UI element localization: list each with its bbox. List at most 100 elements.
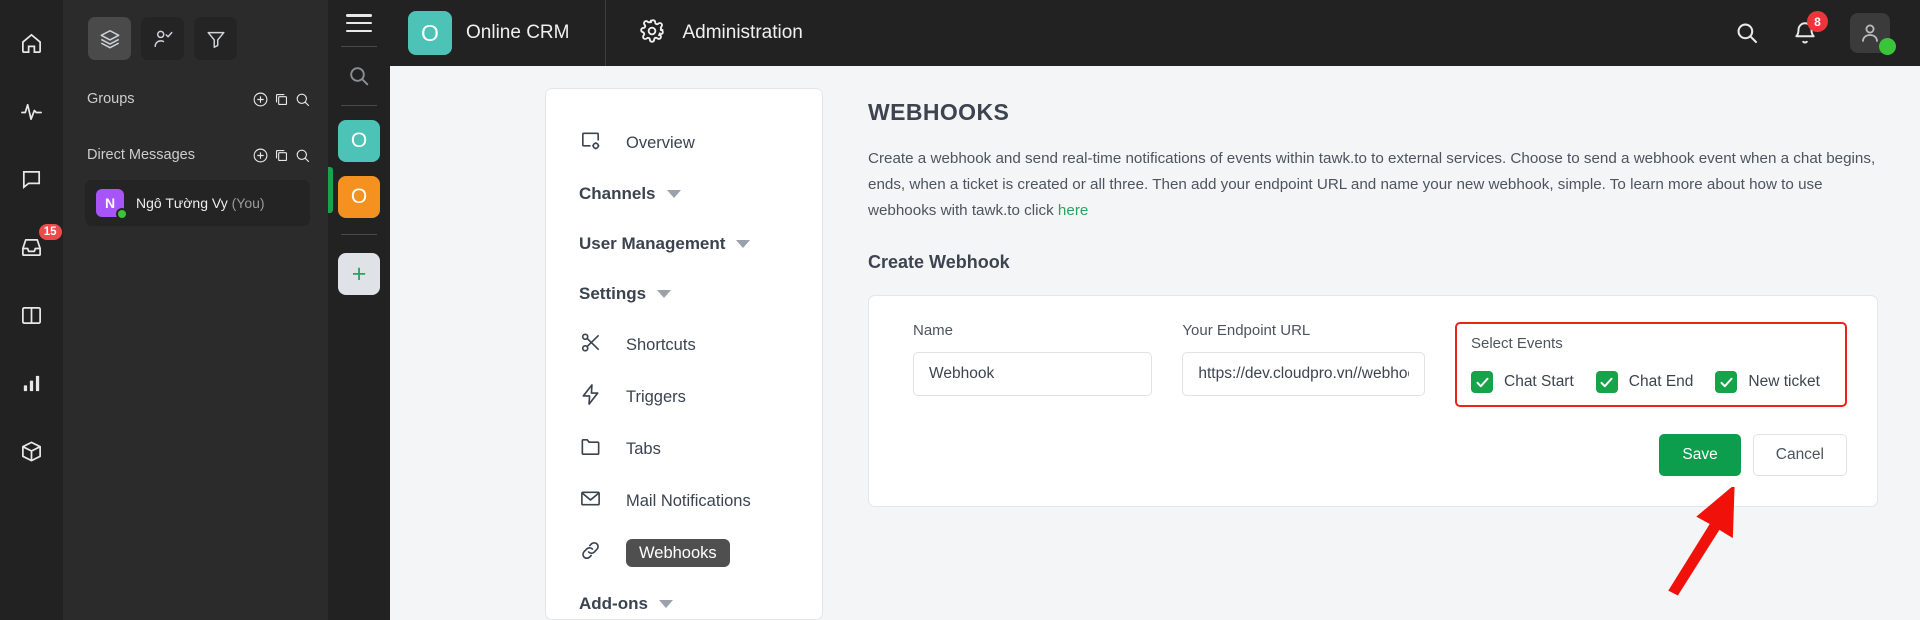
gear-icon (639, 18, 665, 49)
mail-icon (579, 487, 602, 515)
panel-toolbar (63, 0, 328, 60)
checkbox-chat-start[interactable]: Chat Start (1471, 371, 1574, 393)
plus-circle-icon[interactable] (252, 147, 269, 164)
dm-user-name: Ngô Tường Vy (136, 195, 228, 211)
groups-actions (252, 91, 311, 108)
sidebar-group-add-ons[interactable]: Add-ons (546, 579, 822, 620)
main-panel: WEBHOOKS Create a webhook and send real-… (823, 88, 1920, 620)
primary-icon-rail: 15 (0, 0, 63, 620)
sidebar-item-webhooks[interactable]: Webhooks (546, 527, 822, 579)
sidebar-group-settings[interactable]: Settings (546, 269, 822, 319)
search-icon[interactable] (1734, 20, 1760, 46)
sidebar-group-channels[interactable]: Channels (546, 169, 822, 219)
add-workspace-button[interactable]: + (338, 253, 380, 295)
sidebar-item-label: Webhooks (626, 538, 730, 568)
search-icon[interactable] (347, 47, 371, 105)
section-header: Administration (606, 18, 803, 49)
sidebar-item-label: Shortcuts (626, 335, 696, 354)
search-icon[interactable] (294, 147, 311, 164)
dm-actions (252, 147, 311, 164)
bell-icon[interactable]: 8 (1792, 11, 1828, 46)
bolt-icon (579, 383, 602, 411)
inbox-icon[interactable]: 15 (15, 224, 62, 264)
notification-badge: 8 (1807, 11, 1828, 32)
chevron-down-icon (657, 290, 672, 298)
create-webhook-form: Name Your Endpoint URL Select Events (868, 295, 1878, 507)
sidebar-group-label: Settings (579, 284, 647, 303)
filter-icon[interactable] (194, 17, 237, 60)
sidebar-item-label: Mail Notifications (626, 491, 751, 510)
sidebar-item-mail-notifications[interactable]: Mail Notifications (546, 475, 822, 527)
brand[interactable]: O Online CRM (390, 0, 605, 66)
activity-icon[interactable] (15, 94, 49, 128)
topbar-actions: 8 (1734, 11, 1920, 55)
inbox-badge: 15 (38, 224, 62, 240)
top-bar: O Online CRM Administration 8 (390, 0, 1920, 66)
presence-dot-icon (116, 208, 128, 220)
endpoint-url-input[interactable] (1182, 352, 1425, 396)
checkbox-new-ticket[interactable]: New ticket (1715, 371, 1820, 393)
hamburger-icon[interactable] (346, 14, 372, 32)
search-icon[interactable] (294, 91, 311, 108)
page-title: WEBHOOKS (868, 99, 1010, 125)
app-root: 15 Groups Direct Messages N Ngô Tường Vy… (0, 0, 1920, 620)
chart-icon[interactable] (15, 366, 49, 400)
sidebar-item-label: Tabs (626, 439, 661, 458)
user-check-icon[interactable] (141, 17, 184, 60)
check-icon (1471, 371, 1493, 393)
sidebar-item-triggers[interactable]: Triggers (546, 371, 822, 423)
layers-icon[interactable] (88, 17, 131, 60)
active-workspace-indicator (328, 167, 333, 213)
book-icon[interactable] (15, 298, 49, 332)
sidebar-item-shortcuts[interactable]: Shortcuts (546, 319, 822, 371)
copy-icon[interactable] (273, 147, 290, 164)
workspace-icon-1[interactable]: O (338, 120, 380, 162)
box-icon[interactable] (15, 434, 49, 468)
direct-messages-label: Direct Messages (87, 147, 195, 163)
checkbox-label: Chat Start (1504, 373, 1574, 390)
check-icon (1715, 371, 1738, 393)
settings-nav: Overview Channels User Management Settin… (545, 88, 823, 620)
section-direct-messages: Direct Messages (63, 138, 328, 172)
avatar: N (96, 189, 128, 220)
select-events-highlight: Select Events Chat Start Chat End New ti… (1455, 322, 1847, 407)
home-icon[interactable] (15, 26, 49, 60)
avatar-initial: N (104, 195, 116, 211)
select-events-label: Select Events (1471, 335, 1563, 352)
scissors-icon (579, 331, 602, 359)
chevron-down-icon (736, 240, 751, 248)
checkbox-chat-end[interactable]: Chat End (1595, 371, 1693, 393)
name-input[interactable] (913, 352, 1153, 396)
check-icon (1595, 371, 1618, 393)
cancel-button[interactable]: Cancel (1752, 434, 1847, 476)
groups-label: Groups (87, 91, 135, 107)
sidebar-item-overview[interactable]: Overview (546, 117, 822, 169)
create-webhook-title: Create Webhook (868, 252, 1010, 272)
folder-icon (579, 435, 602, 463)
page-description: Create a webhook and send real-time noti… (868, 146, 1878, 224)
workspace-rail: O O + (328, 0, 390, 620)
form-fields-row: Name Your Endpoint URL Select Events (891, 322, 1847, 407)
save-button[interactable]: Save (1659, 434, 1741, 476)
list-item[interactable]: N Ngô Tường Vy (You) (85, 180, 310, 226)
chat-icon[interactable] (15, 162, 49, 196)
section-title: Administration (682, 22, 803, 43)
sidebar-group-user-management[interactable]: User Management (546, 219, 822, 269)
learn-more-link[interactable]: here (1058, 202, 1088, 219)
section-groups: Groups (63, 82, 328, 116)
user-avatar-icon[interactable] (1850, 13, 1896, 55)
workspace-icon-2[interactable]: O (338, 176, 380, 218)
sidebar-group-label: Add-ons (579, 594, 648, 613)
link-icon (579, 539, 602, 567)
copy-icon[interactable] (273, 91, 290, 108)
overview-icon (579, 129, 602, 157)
divider (341, 234, 377, 235)
groups-dm-panel: Groups Direct Messages N Ngô Tường Vy (Y… (63, 0, 328, 620)
plus-circle-icon[interactable] (252, 91, 269, 108)
sidebar-item-tabs[interactable]: Tabs (546, 423, 822, 475)
sidebar-group-label: User Management (579, 234, 726, 253)
divider (341, 105, 377, 106)
chevron-down-icon (666, 190, 681, 198)
right-column: O Online CRM Administration 8 Overview C… (390, 0, 1920, 620)
page-description-text: Create a webhook and send real-time noti… (868, 150, 1876, 219)
